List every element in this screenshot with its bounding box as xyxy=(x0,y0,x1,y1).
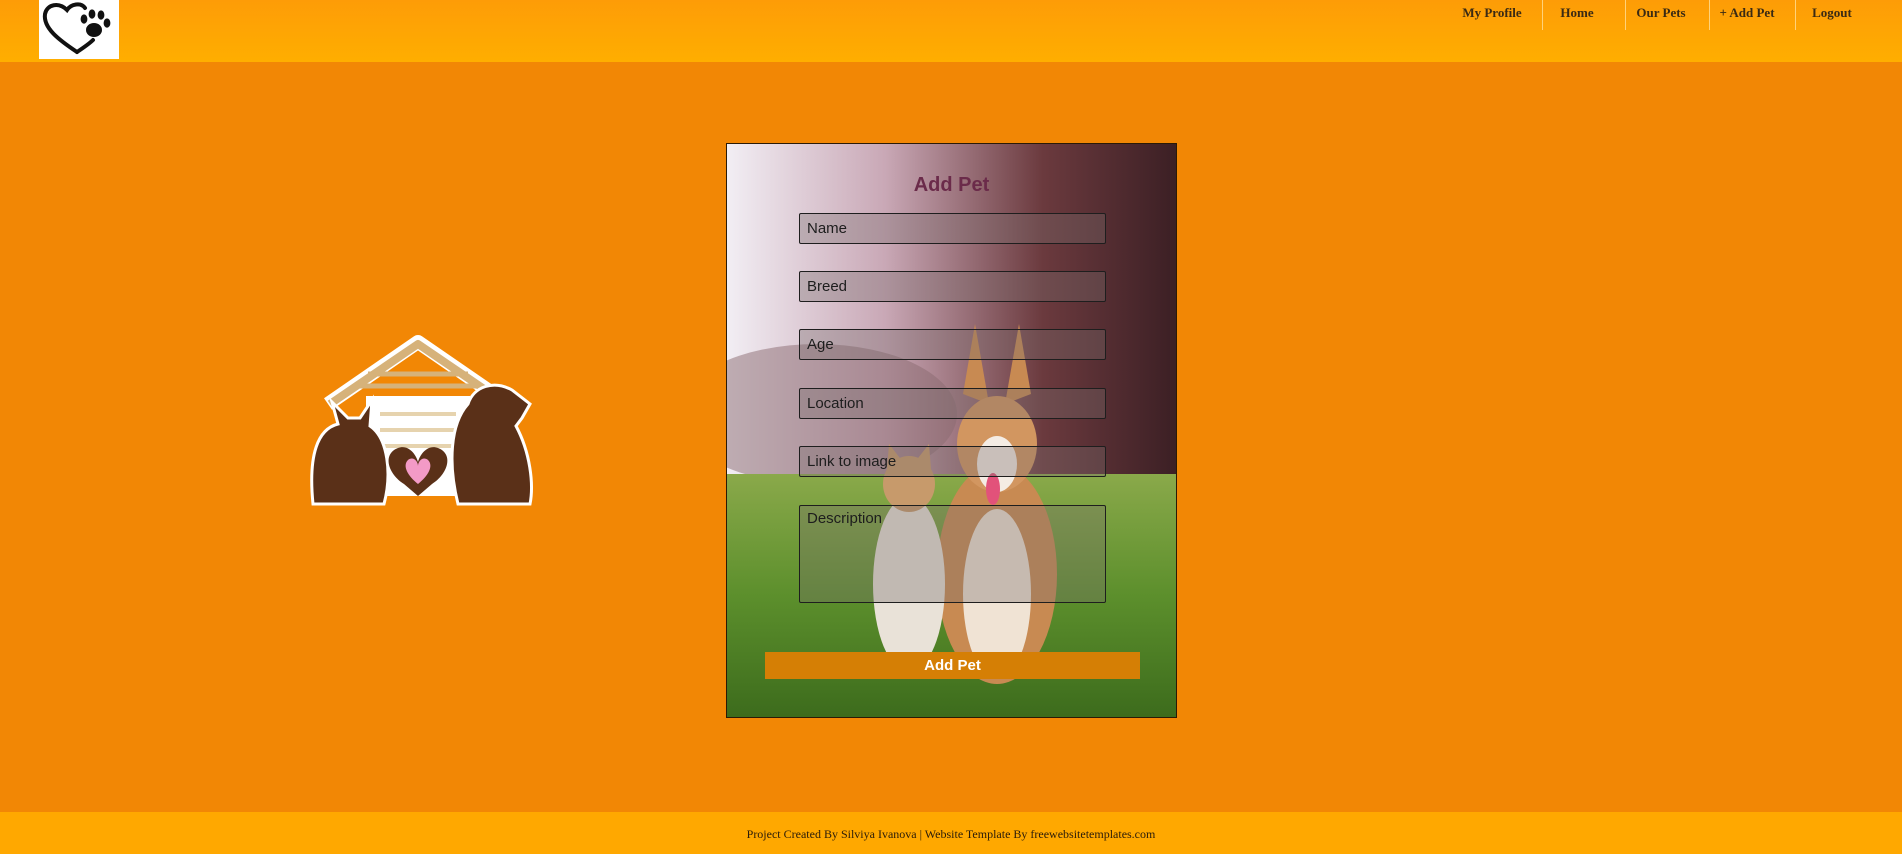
image-link-input[interactable] xyxy=(799,446,1106,477)
nav-our-pets[interactable]: Our Pets xyxy=(1630,0,1692,30)
heart-paw-icon xyxy=(42,2,111,54)
form-title: Add Pet xyxy=(913,174,990,196)
nav-divider xyxy=(1709,0,1710,30)
location-input[interactable] xyxy=(799,388,1106,419)
description-textarea[interactable] xyxy=(799,505,1106,603)
nav-my-profile[interactable]: My Profile xyxy=(1454,0,1530,30)
logo[interactable] xyxy=(39,0,119,59)
breed-input[interactable] xyxy=(799,271,1106,302)
nav-logout[interactable]: Logout xyxy=(1804,0,1860,30)
age-input[interactable] xyxy=(799,329,1106,360)
pet-house-icon xyxy=(310,335,533,506)
pet-house-illustration xyxy=(308,334,538,510)
add-pet-button[interactable]: Add Pet xyxy=(765,652,1140,679)
name-input[interactable] xyxy=(799,213,1106,244)
nav-divider xyxy=(1625,0,1626,30)
nav-divider xyxy=(1542,0,1543,30)
header: My Profile Home Our Pets + Add Pet Logou… xyxy=(0,0,1902,62)
nav-divider xyxy=(1795,0,1796,30)
footer: Project Created By Silviya Ivanova | Web… xyxy=(0,812,1902,854)
footer-credits: Project Created By Silviya Ivanova | Web… xyxy=(746,827,1156,841)
nav-home[interactable]: Home xyxy=(1552,0,1602,30)
add-pet-form-card: Add Pet Add Pet xyxy=(726,143,1177,718)
nav-add-pet[interactable]: + Add Pet xyxy=(1714,0,1780,30)
